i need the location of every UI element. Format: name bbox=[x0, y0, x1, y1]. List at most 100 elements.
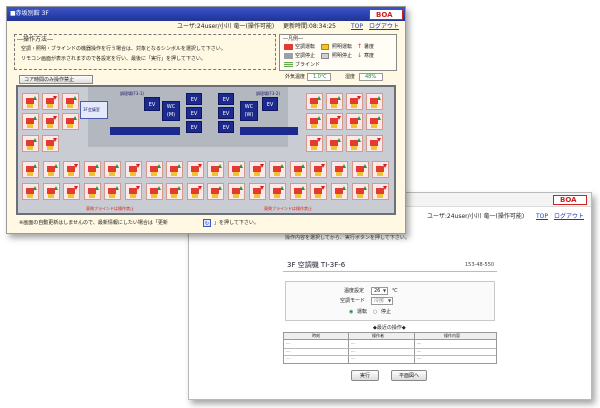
light-icon bbox=[47, 104, 53, 108]
room-cell[interactable] bbox=[42, 135, 59, 152]
execute-button[interactable]: 実行 bbox=[351, 370, 379, 381]
room-cell[interactable] bbox=[22, 161, 39, 178]
light-icon bbox=[294, 172, 301, 176]
room-cell[interactable] bbox=[207, 183, 225, 200]
room-cell[interactable] bbox=[83, 183, 101, 200]
room-cell[interactable] bbox=[104, 183, 122, 200]
room-cell[interactable] bbox=[166, 183, 184, 200]
up-arrow-icon bbox=[33, 186, 37, 190]
room-cell[interactable] bbox=[306, 135, 323, 152]
room-cell[interactable] bbox=[331, 161, 348, 178]
page-title: ■赤坂別館 3F bbox=[10, 10, 49, 17]
room-cell[interactable] bbox=[22, 135, 39, 152]
room-cell[interactable] bbox=[22, 93, 39, 110]
room-cell[interactable] bbox=[145, 161, 163, 178]
room-cell[interactable] bbox=[62, 93, 79, 110]
up-arrow-icon bbox=[337, 96, 341, 100]
room-cell[interactable] bbox=[366, 93, 383, 110]
light-icon bbox=[351, 104, 357, 108]
room-cell[interactable] bbox=[63, 183, 81, 200]
room-cell[interactable] bbox=[366, 113, 383, 130]
room-cell[interactable] bbox=[326, 135, 343, 152]
room-cell[interactable] bbox=[22, 183, 39, 200]
table-row bbox=[284, 348, 496, 349]
room-cell[interactable] bbox=[269, 161, 287, 178]
up-arrow-icon bbox=[317, 96, 321, 100]
down-arrow-icon bbox=[337, 116, 341, 120]
light-icon bbox=[47, 172, 54, 176]
legend-ac-on: 空調運転 bbox=[295, 44, 316, 50]
up-arrow-icon bbox=[280, 186, 285, 190]
nav-top-link[interactable]: TOP bbox=[351, 24, 363, 30]
room-cell[interactable] bbox=[310, 183, 328, 200]
nav-logout-link[interactable]: ログアウト bbox=[369, 24, 399, 30]
window2-nav-logout[interactable]: ログアウト bbox=[554, 214, 584, 220]
room-cell[interactable] bbox=[42, 93, 59, 110]
room-cell[interactable] bbox=[166, 161, 184, 178]
down-arrow-icon bbox=[321, 164, 326, 168]
up-arrow-icon bbox=[33, 138, 37, 142]
room-cell[interactable] bbox=[125, 183, 142, 200]
room-cell[interactable] bbox=[207, 161, 225, 178]
mode-select[interactable]: 冷房 ▼ bbox=[371, 297, 393, 305]
radio-off-icon[interactable]: ○ bbox=[373, 310, 377, 315]
room-cell[interactable] bbox=[306, 93, 323, 110]
room-cell[interactable] bbox=[186, 161, 204, 178]
room-cell[interactable] bbox=[331, 183, 348, 200]
history-cell: ---- bbox=[417, 356, 422, 360]
room-cell[interactable] bbox=[63, 161, 81, 178]
room-cell[interactable] bbox=[306, 113, 323, 130]
window2-user-label: ユーザ:24user/小川 竜一(操作可能) bbox=[427, 213, 525, 220]
history-cell: ---- bbox=[286, 349, 291, 353]
room-cell[interactable] bbox=[248, 183, 266, 200]
light-icon bbox=[27, 124, 33, 128]
light-icon bbox=[171, 172, 178, 176]
room-cell[interactable] bbox=[42, 113, 59, 130]
room-cell[interactable] bbox=[186, 183, 204, 200]
room-cell[interactable] bbox=[42, 161, 60, 178]
temp-select[interactable]: 26 ▼ bbox=[371, 287, 388, 295]
room-cell[interactable] bbox=[289, 161, 307, 178]
room-cell[interactable] bbox=[346, 93, 363, 110]
room-cell[interactable] bbox=[351, 183, 369, 200]
room-cell[interactable] bbox=[372, 183, 390, 200]
light-icon bbox=[68, 194, 75, 198]
room-cell[interactable] bbox=[346, 135, 363, 152]
blind-icon bbox=[284, 62, 293, 67]
weather-value: 1.0℃ bbox=[313, 74, 327, 80]
room-cell[interactable] bbox=[346, 113, 363, 130]
room-cell[interactable] bbox=[269, 183, 287, 200]
room-cell[interactable] bbox=[366, 135, 383, 152]
cool-arrow-icon: ↓ bbox=[357, 52, 363, 59]
room-cell[interactable] bbox=[326, 113, 343, 130]
room-cell[interactable] bbox=[83, 161, 101, 178]
light-icon bbox=[191, 172, 198, 176]
room-cell[interactable] bbox=[248, 161, 266, 178]
room-cell[interactable] bbox=[310, 161, 328, 178]
refresh-icon[interactable]: ↻ bbox=[203, 219, 211, 227]
room-cell[interactable] bbox=[228, 161, 245, 178]
room-cell[interactable] bbox=[351, 161, 369, 178]
room-cell[interactable] bbox=[22, 113, 39, 130]
up-arrow-icon bbox=[73, 96, 77, 100]
room-cell[interactable] bbox=[326, 93, 343, 110]
room-cell[interactable] bbox=[42, 183, 60, 200]
room-cell[interactable] bbox=[228, 183, 245, 200]
radio-on-icon[interactable]: ◉ bbox=[349, 310, 353, 315]
history-title: ◆最近の操作◆ bbox=[373, 325, 406, 331]
updated-label: 更新時間:08:34:25 bbox=[283, 23, 336, 30]
room-cell[interactable] bbox=[125, 161, 142, 178]
up-arrow-icon bbox=[218, 186, 223, 190]
humidity-label: 湿度 bbox=[345, 74, 356, 80]
down-arrow-icon bbox=[357, 96, 361, 100]
room-cell[interactable] bbox=[104, 161, 122, 178]
up-arrow-icon bbox=[218, 164, 223, 168]
core-time-lock-button[interactable]: コア時間のみ操作禁止 bbox=[19, 75, 93, 84]
room-cell[interactable] bbox=[145, 183, 163, 200]
room-cell[interactable] bbox=[62, 113, 79, 130]
room-cell[interactable] bbox=[372, 161, 390, 178]
up-arrow-icon bbox=[317, 116, 321, 120]
back-to-floorplan-button[interactable]: 平面図へ bbox=[391, 370, 427, 381]
room-cell[interactable] bbox=[289, 183, 307, 200]
window2-nav-top[interactable]: TOP bbox=[536, 214, 548, 220]
